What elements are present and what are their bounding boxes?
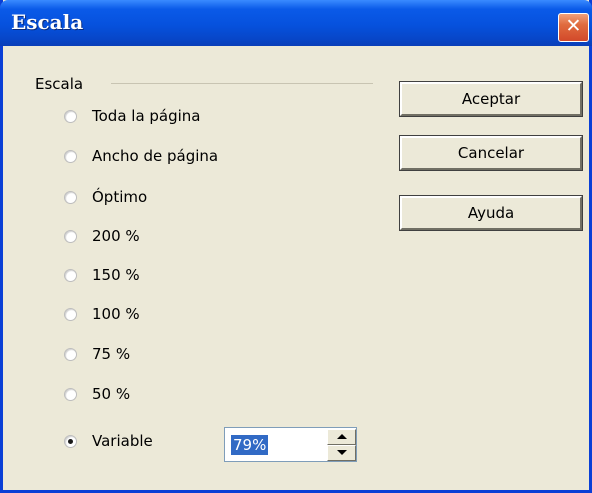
radio-100[interactable]: 100 %	[64, 302, 140, 326]
radio-label: Óptimo	[92, 188, 148, 206]
cancel-button[interactable]: Cancelar	[399, 135, 583, 171]
ok-button[interactable]: Aceptar	[399, 81, 583, 117]
group-label: Escala	[35, 75, 87, 93]
radio-optimo[interactable]: Óptimo	[64, 185, 147, 209]
radio-circle[interactable]	[64, 229, 77, 243]
radio-circle[interactable]	[64, 268, 77, 282]
arrow-down-icon	[337, 450, 347, 455]
radio-200[interactable]: 200 %	[64, 224, 140, 248]
radio-label: Ancho de página	[92, 147, 219, 165]
variable-spin-field[interactable]: 79%	[224, 427, 357, 462]
radio-toda-la-pagina[interactable]: Toda la página	[64, 104, 201, 128]
radio-75[interactable]: 75 %	[64, 342, 130, 366]
radio-label: 100 %	[92, 305, 140, 323]
spin-down-button[interactable]	[327, 445, 356, 461]
radio-150[interactable]: 150 %	[64, 263, 140, 287]
radio-circle[interactable]	[64, 190, 77, 204]
radio-label: 150 %	[92, 266, 140, 284]
radio-variable[interactable]: Variable	[64, 429, 153, 453]
window-title: Escala	[11, 10, 84, 34]
radio-circle[interactable]	[64, 149, 77, 163]
arrow-up-icon	[337, 434, 347, 439]
radio-ancho-de-pagina[interactable]: Ancho de página	[64, 144, 218, 168]
radio-label: 75 %	[92, 345, 131, 363]
group-separator	[111, 83, 373, 84]
dialog-window: Escala ✕ Escala Toda la página Ancho de …	[0, 0, 592, 493]
radio-label: 50 %	[92, 385, 131, 403]
radio-label: Toda la página	[92, 107, 201, 125]
radio-circle[interactable]	[64, 387, 77, 401]
radio-50[interactable]: 50 %	[64, 382, 130, 406]
radio-label: Variable	[92, 432, 153, 450]
radio-circle[interactable]	[64, 347, 77, 361]
spin-up-button[interactable]	[327, 429, 356, 445]
title-bar[interactable]: Escala ✕	[0, 0, 592, 46]
close-icon: ✕	[565, 15, 582, 37]
radio-circle[interactable]	[64, 307, 77, 321]
radio-circle[interactable]	[64, 109, 77, 123]
close-button[interactable]: ✕	[558, 13, 589, 42]
variable-value[interactable]: 79%	[231, 435, 269, 455]
help-button[interactable]: Ayuda	[399, 195, 583, 231]
radio-circle-checked[interactable]	[64, 434, 77, 448]
radio-label: 200 %	[92, 227, 140, 245]
